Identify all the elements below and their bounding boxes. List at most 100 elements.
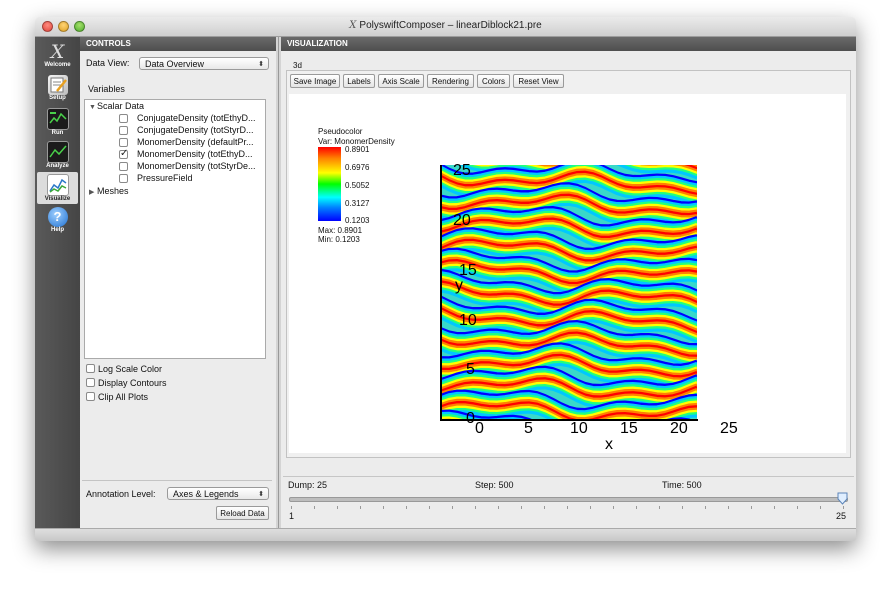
variable-checkbox[interactable] (119, 114, 128, 123)
slider-tick (843, 506, 844, 509)
slider-tick (659, 506, 660, 509)
x-tick-label: 15 (620, 420, 638, 437)
tree-node-scalar-data[interactable]: ▼Scalar Data (89, 101, 144, 111)
legend-tick: 0.6976 (345, 163, 370, 172)
tree-node-meshes[interactable]: ▶ Meshes (89, 186, 129, 196)
x-tick-label: 0 (475, 420, 484, 437)
run-icon (46, 108, 69, 130)
variable-label[interactable]: ConjugateDensity (totEthyD... (137, 113, 256, 123)
visualization-header: VISUALIZATION (281, 37, 856, 51)
toolbar-run[interactable]: Run (37, 106, 78, 138)
select-arrows-icon: ⬍ (258, 61, 264, 68)
slider-tick (406, 506, 407, 509)
variable-checkbox-checked[interactable] (119, 148, 128, 159)
variable-label[interactable]: ConjugateDensity (totStyrD... (137, 125, 254, 135)
toolbar-visualize-label: Visualize (44, 196, 71, 202)
slider-tick (820, 506, 821, 509)
slider-tick (705, 506, 706, 509)
playback-panel (283, 476, 854, 528)
density-stripes (441, 165, 697, 420)
x-tick-label: 20 (670, 420, 688, 437)
slider-tick (337, 506, 338, 509)
toolbar-run-label: Run (51, 130, 64, 136)
slider-max-label: 25 (836, 511, 847, 521)
slider-tick (774, 506, 775, 509)
variable-label[interactable]: PressureField (137, 173, 193, 183)
visualize-icon (46, 174, 69, 196)
axis-scale-button[interactable]: Axis Scale (378, 74, 424, 88)
reset-view-button[interactable]: Reset View (513, 74, 564, 88)
slider-tick (521, 506, 522, 509)
data-view-label: Data View: (86, 58, 130, 68)
render-canvas[interactable]: Pseudocolor Var: MonomerDensity 0.8901 0… (289, 94, 846, 453)
slider-tick (291, 506, 292, 509)
colors-button[interactable]: Colors (477, 74, 510, 88)
variable-checkbox[interactable] (119, 162, 128, 171)
timestep-slider-track[interactable] (289, 497, 848, 502)
display-contours-checkbox[interactable] (86, 378, 95, 388)
collapsed-triangle-icon: ▶ (89, 189, 95, 196)
expand-triangle-icon: ▼ (89, 104, 96, 111)
app-window: X PolyswiftComposer – linearDiblock21.pre… (35, 17, 856, 541)
toolbar-setup[interactable]: Setup (37, 73, 78, 105)
legend-min: Min: 0.1203 (318, 235, 360, 244)
slider-tick (636, 506, 637, 509)
y-tick-label: 5 (466, 361, 475, 378)
title-bar: X PolyswiftComposer – linearDiblock21.pre (35, 17, 856, 37)
variable-checkbox[interactable] (119, 174, 128, 183)
legend-max: Max: 0.8901 (318, 226, 363, 235)
slider-tick (613, 506, 614, 509)
tab-3d[interactable]: 3d (293, 61, 302, 70)
annotation-level-label: Annotation Level: (86, 489, 156, 499)
slider-tick (797, 506, 798, 509)
variable-label[interactable]: MonomerDensity (defaultPr... (137, 137, 254, 147)
y-tick-label: 25 (453, 162, 471, 179)
x-axis-label: x (605, 436, 613, 453)
slider-min-label: 1 (289, 511, 295, 521)
help-icon: ? (47, 207, 68, 227)
panel-splitter[interactable] (276, 37, 281, 528)
dump-label: Dump: 25 (288, 480, 328, 490)
labels-button[interactable]: Labels (343, 74, 375, 88)
reload-data-button[interactable]: Reload Data (216, 506, 269, 520)
toolbar-visualize[interactable]: Visualize (37, 172, 78, 204)
variable-checkbox[interactable] (119, 126, 128, 135)
status-bar (35, 528, 856, 541)
toolbar-analyze[interactable]: Analyze (37, 139, 78, 171)
legend-tick: 0.1203 (345, 216, 370, 225)
data-view-select[interactable]: Data Overview ⬍ (139, 57, 269, 70)
divider (82, 480, 272, 481)
clip-all-option[interactable]: Clip All Plots (86, 392, 148, 402)
analyze-icon (46, 141, 69, 163)
x-tick-label: 10 (570, 420, 588, 437)
toolbar-help[interactable]: ? Help (37, 205, 78, 237)
app-logo-icon: X (349, 20, 357, 31)
rendering-button[interactable]: Rendering (427, 74, 474, 88)
log-scale-checkbox[interactable] (86, 364, 95, 374)
slider-tick (728, 506, 729, 509)
controls-header: CONTROLS (80, 37, 276, 51)
save-image-button[interactable]: Save Image (290, 74, 340, 88)
data-view-value: Data Overview (145, 59, 205, 69)
variable-checkbox[interactable] (119, 138, 128, 147)
annotation-level-select[interactable]: Axes & Legends ⬍ (167, 487, 269, 500)
slider-tick (314, 506, 315, 509)
slider-tick (567, 506, 568, 509)
variable-label[interactable]: MonomerDensity (totStyrDe... (137, 161, 256, 171)
timestep-slider-thumb[interactable] (837, 492, 848, 505)
variable-label[interactable]: MonomerDensity (totEthyD... (137, 149, 253, 159)
x-tick-label: 5 (524, 420, 533, 437)
log-scale-label: Log Scale Color (98, 364, 163, 374)
slider-tick (475, 506, 476, 509)
legend-color-bar (318, 147, 341, 221)
slider-tick (360, 506, 361, 509)
display-contours-option[interactable]: Display Contours (86, 378, 167, 388)
clip-all-label: Clip All Plots (98, 392, 149, 402)
main-toolbar: X Welcome Setup Run Analyze Visualize ? … (35, 37, 80, 528)
slider-tick (383, 506, 384, 509)
clip-all-checkbox[interactable] (86, 392, 95, 402)
variables-tree[interactable]: ▼Scalar Data ConjugateDensity (totEthyD.… (84, 99, 266, 359)
toolbar-help-label: Help (50, 227, 64, 233)
log-scale-option[interactable]: Log Scale Color (86, 364, 162, 374)
toolbar-welcome[interactable]: X Welcome (37, 40, 78, 72)
